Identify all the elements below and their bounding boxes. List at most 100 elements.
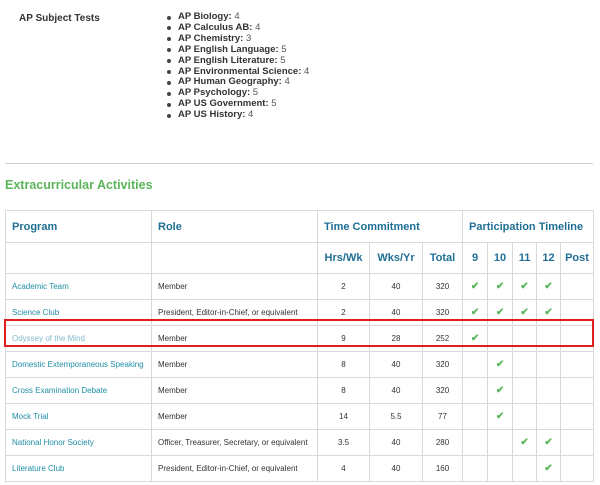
section-divider — [5, 163, 593, 164]
ap-test-score: 5 — [280, 54, 286, 66]
grade-post-cell — [560, 273, 595, 300]
total-cell: 160 — [421, 455, 464, 482]
wks-yr-cell: 40 — [369, 273, 423, 300]
ap-subject-tests-label: AP Subject Tests — [19, 13, 100, 24]
table-row: National Honor Society Officer, Treasurer… — [5, 429, 595, 456]
hrs-wk-cell: 9 — [317, 325, 370, 352]
ap-test-subject: AP English Language: — [178, 43, 279, 55]
total-cell: 320 — [421, 351, 464, 378]
header-time-commitment: Time Commitment — [316, 210, 464, 243]
program-link[interactable]: Academic Team — [5, 273, 152, 300]
grade-10-cell: ✔ — [487, 351, 514, 378]
header-program-blank — [5, 242, 152, 274]
grade-post-cell — [560, 429, 595, 456]
hrs-wk-cell: 3.5 — [317, 429, 370, 456]
ap-test-score: 3 — [245, 32, 252, 44]
grade-9-cell: ✔ — [462, 273, 489, 300]
total-cell: 320 — [421, 273, 464, 300]
table-row: Literature Club President, Editor-in-Chie… — [5, 455, 595, 482]
grade-12-cell — [536, 325, 562, 352]
checkmark-icon: ✔ — [495, 385, 505, 396]
program-link[interactable]: Science Club — [5, 299, 152, 326]
grade-12-cell — [536, 377, 562, 404]
wks-yr-cell: 40 — [369, 351, 423, 378]
checkmark-icon: ✔ — [495, 307, 505, 318]
header-program: Program — [5, 210, 152, 243]
ap-test-subject: AP Environmental Science: — [178, 65, 302, 77]
grade-11-cell — [512, 455, 538, 482]
grade-11-cell — [512, 377, 538, 404]
checkmark-icon: ✔ — [470, 333, 480, 344]
checkmark-icon: ✔ — [495, 411, 505, 422]
grade-10-cell: ✔ — [487, 273, 514, 300]
program-link[interactable]: Cross Examination Debate — [5, 377, 152, 404]
hrs-wk-cell: 14 — [317, 403, 370, 430]
grade-11-cell — [512, 403, 538, 430]
header-hrs-wk: Hrs/Wk — [317, 242, 370, 274]
grade-10-cell: ✔ — [487, 377, 514, 404]
grade-9-cell — [462, 429, 489, 456]
grade-10-cell — [487, 429, 514, 456]
total-cell: 77 — [421, 403, 464, 430]
header-participation-timeline: Participation Timeline — [462, 210, 595, 243]
role-cell: Officer, Treasurer, Secretary, or equiva… — [151, 429, 318, 456]
grade-11-cell — [512, 351, 538, 378]
ap-test-score: 4 — [248, 109, 254, 121]
grade-post-cell — [560, 455, 595, 482]
extracurricular-rows: Academic Team Member 2 40 320 ✔ ✔ ✔ ✔ Science Clu… — [5, 273, 595, 482]
grade-10-cell: ✔ — [487, 299, 514, 326]
grade-11-cell: ✔ — [512, 299, 538, 326]
header-role: Role — [151, 210, 318, 243]
program-link[interactable]: Mock Trial — [5, 403, 152, 430]
grade-10-cell — [487, 325, 514, 352]
header-grade-12: 12 — [536, 242, 562, 274]
grade-9-cell: ✔ — [462, 299, 489, 326]
role-cell: President, Editor-in-Chief, or equivalen… — [151, 299, 318, 326]
ap-test-subject: AP English Literature: — [178, 54, 278, 66]
grade-12-cell — [536, 351, 562, 378]
wks-yr-cell: 28 — [369, 325, 423, 352]
grade-10-cell: ✔ — [487, 403, 514, 430]
ap-test-score: 5 — [281, 43, 287, 55]
ap-test-subject: AP Calculus AB: — [178, 21, 253, 33]
ap-test-subject: AP US History: — [178, 109, 246, 121]
grade-post-cell — [560, 299, 595, 326]
role-cell: Member — [151, 351, 318, 378]
ap-test-score: 5 — [252, 87, 259, 99]
table-row: Mock Trial Member 14 5.5 77 ✔ — [5, 403, 595, 430]
grade-10-cell — [487, 455, 514, 482]
table-row: Domestic Extemporaneous Speaking Member 8 4… — [5, 351, 595, 378]
checkmark-icon: ✔ — [544, 463, 553, 474]
checkmark-icon: ✔ — [470, 281, 480, 292]
extracurricular-table: Program Role Time Commitment Participati… — [5, 210, 595, 482]
grade-12-cell — [536, 403, 562, 430]
checkmark-icon: ✔ — [544, 307, 553, 318]
hrs-wk-cell: 8 — [317, 351, 370, 378]
wks-yr-cell: 5.5 — [369, 403, 423, 430]
ap-test-subject: AP Chemistry: — [178, 32, 244, 44]
grade-12-cell: ✔ — [536, 299, 562, 326]
hrs-wk-cell: 2 — [317, 299, 370, 326]
ap-test-score: 4 — [304, 65, 310, 77]
program-link[interactable]: Literature Club — [5, 455, 152, 482]
grade-11-cell — [512, 325, 538, 352]
ap-test-score: 4 — [234, 11, 240, 22]
header-post: Post — [560, 242, 595, 274]
ap-test-item: AP US History: 4 — [166, 109, 309, 121]
program-link[interactable]: Odyssey of the Mind — [5, 325, 152, 352]
checkmark-icon: ✔ — [470, 307, 480, 318]
grade-9-cell — [462, 455, 489, 482]
checkmark-icon: ✔ — [544, 281, 553, 292]
program-link[interactable]: Domestic Extemporaneous Speaking — [5, 351, 152, 378]
table-row: Academic Team Member 2 40 320 ✔ ✔ ✔ ✔ — [5, 273, 595, 300]
grade-post-cell — [560, 377, 595, 404]
program-link[interactable]: National Honor Society — [5, 429, 152, 456]
role-cell: Member — [151, 273, 318, 300]
ap-test-score: 4 — [255, 21, 261, 33]
checkmark-icon: ✔ — [520, 281, 529, 292]
total-cell: 280 — [421, 429, 464, 456]
hrs-wk-cell: 4 — [317, 455, 370, 482]
checkmark-icon: ✔ — [520, 307, 529, 318]
checkmark-icon: ✔ — [544, 437, 553, 448]
header-role-blank — [151, 242, 318, 274]
